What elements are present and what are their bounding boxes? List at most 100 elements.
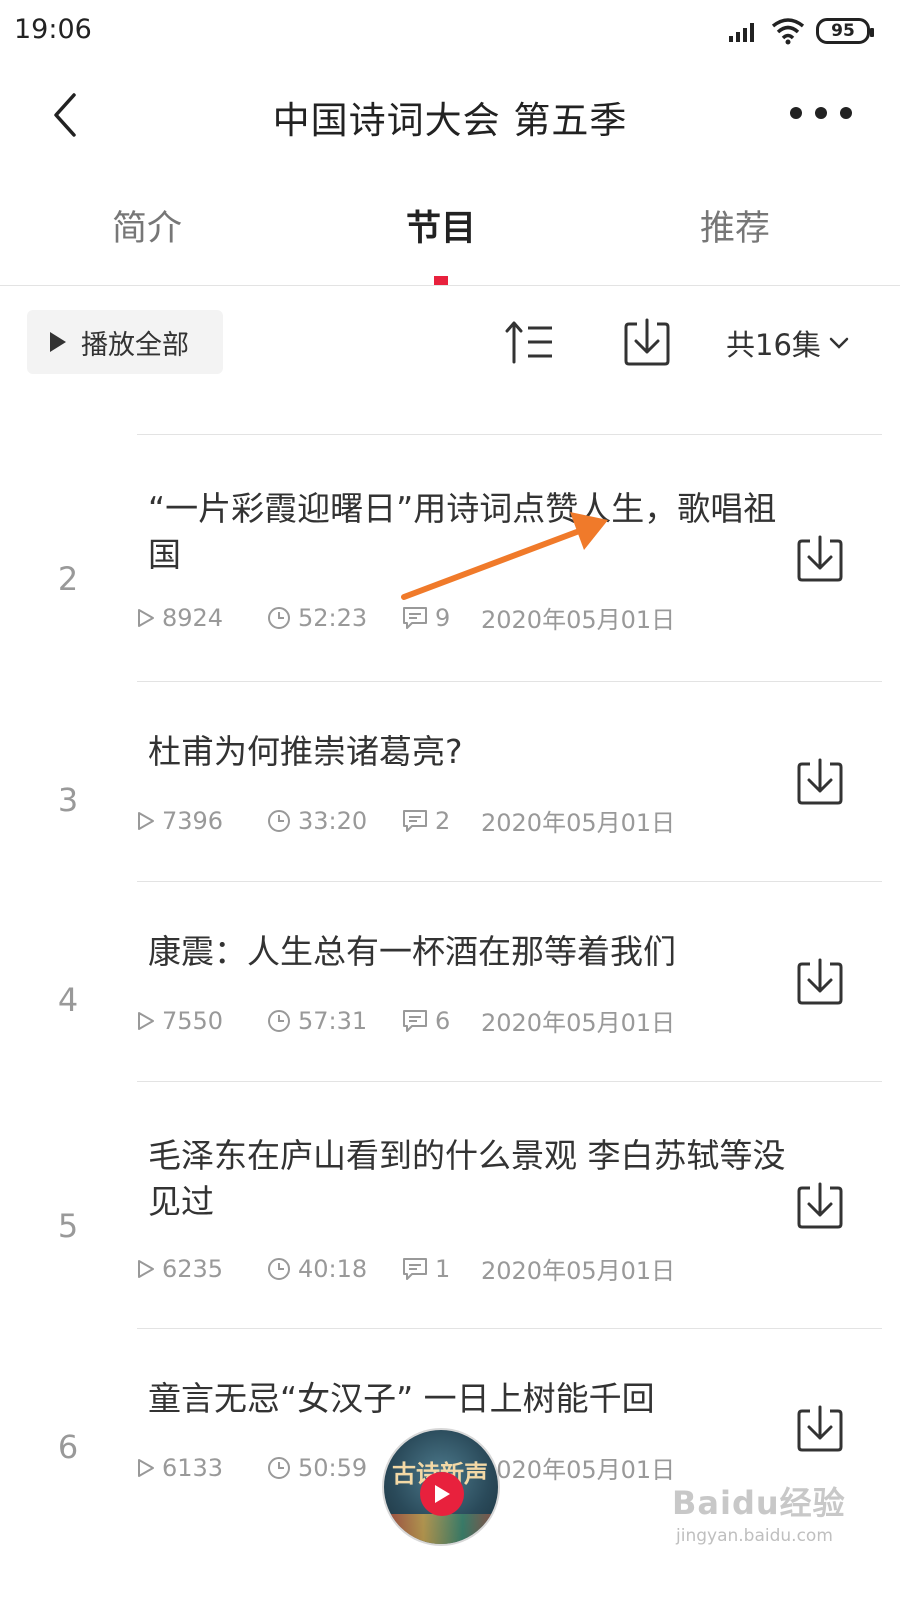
duration: 40:18 — [267, 1255, 402, 1283]
play-count-value: 6235 — [162, 1254, 224, 1283]
episode-count-label: 共16集 — [726, 328, 821, 362]
play-count-icon — [138, 608, 154, 627]
play-icon — [50, 332, 66, 352]
episode-count-selector[interactable]: 共16集 — [726, 322, 849, 364]
chevron-down-icon — [829, 337, 849, 349]
comment-count-value: 2 — [435, 806, 451, 835]
page-title: 中国诗词大会 第五季 — [272, 99, 628, 142]
play-count-value: 8924 — [162, 603, 224, 632]
watermark-url: jingyan.baidu.com — [676, 1526, 833, 1546]
episode-number: 5 — [57, 1207, 79, 1245]
active-tab-indicator — [434, 276, 448, 285]
duration-value: 40:18 — [298, 1254, 368, 1283]
clock-icon — [268, 809, 290, 832]
episode-meta: 7396 33:20 2 2020年05月01日 — [137, 803, 675, 838]
play-count: 8924 — [137, 604, 267, 632]
mini-player[interactable]: 古诗新声 — [382, 1428, 500, 1546]
duration: 57:31 — [267, 1007, 402, 1035]
play-count: 7396 — [137, 807, 267, 835]
episode-item[interactable]: 5 毛泽东在庐山看到的什么景观 李白苏轼等没见过 6235 40:18 1 2020年05… — [0, 1081, 900, 1328]
episode-meta: 8924 52:23 9 2020年05月01日 — [137, 600, 675, 635]
signal-icon — [729, 23, 754, 42]
comment-count: 1 — [402, 1255, 481, 1283]
play-all-label: 播放全部 — [81, 329, 189, 361]
clock-icon — [268, 1009, 290, 1032]
play-count-icon — [138, 1458, 154, 1477]
play-count: 6235 — [137, 1255, 267, 1283]
duration-value: 50:59 — [298, 1453, 368, 1482]
episode-download-button[interactable] — [795, 1404, 845, 1454]
publish-date: 2020年05月01日 — [481, 809, 676, 837]
play-count: 7550 — [137, 1007, 267, 1035]
publish-date: 2020年05月01日 — [481, 1456, 676, 1484]
nav-bar: 中国诗词大会 第五季 — [0, 62, 900, 172]
comment-count: 6 — [402, 1007, 481, 1035]
duration: 33:20 — [267, 807, 402, 835]
play-icon[interactable] — [420, 1472, 464, 1516]
episode-item[interactable]: 2 “一片彩霞迎曙日”用诗词点赞人生，歌唱祖国 8924 52:23 9 2020年05月… — [0, 434, 900, 681]
play-count-icon — [138, 1259, 154, 1278]
baidu-watermark: Baidu经验 jingyan.baidu.com — [672, 1474, 882, 1564]
episode-download-button[interactable] — [795, 1181, 845, 1231]
play-count-value: 7396 — [162, 806, 224, 835]
sort-button[interactable] — [504, 318, 556, 366]
episode-title[interactable]: 杜甫为何推崇诸葛亮? — [148, 729, 788, 775]
publish-date: 2020年05月01日 — [481, 606, 676, 634]
download-icon — [797, 535, 843, 582]
download-icon — [624, 318, 670, 366]
back-button[interactable] — [40, 86, 90, 144]
episode-download-button[interactable] — [795, 757, 845, 807]
back-icon — [54, 93, 76, 137]
play-count-icon — [138, 1011, 154, 1030]
more-icon-dot — [790, 107, 802, 119]
episode-number: 6 — [57, 1428, 79, 1466]
list-toolbar: 播放全部 共16集 — [0, 286, 900, 396]
more-icon-dot — [840, 107, 852, 119]
status-icons: 95 — [728, 16, 874, 46]
clock-icon — [268, 606, 290, 629]
more-button[interactable] — [790, 100, 852, 126]
download-icon — [797, 1405, 843, 1452]
play-count-value: 6133 — [162, 1453, 224, 1482]
episode-number: 2 — [57, 560, 79, 598]
clock-icon — [268, 1257, 290, 1280]
sort-icon — [505, 321, 552, 364]
comment-count-value: 9 — [435, 603, 451, 632]
download-icon — [797, 758, 843, 805]
status-bar: 19:06 95 — [0, 0, 900, 62]
duration-value: 33:20 — [298, 806, 368, 835]
comment-count: 2 — [402, 807, 481, 835]
publish-date: 2020年05月01日 — [481, 1009, 676, 1037]
comment-count-value: 6 — [435, 1006, 451, 1035]
status-time: 19:06 — [14, 14, 92, 45]
tab-programs[interactable]: 节目 — [351, 200, 531, 251]
episode-download-button[interactable] — [795, 957, 845, 1007]
episode-title[interactable]: “一片彩霞迎曙日”用诗词点赞人生，歌唱祖国 — [148, 486, 788, 578]
play-count-icon — [138, 811, 154, 830]
comment-icon — [403, 1257, 427, 1280]
episode-title[interactable]: 康震：人生总有一杯酒在那等着我们 — [148, 929, 788, 975]
episode-title[interactable]: 毛泽东在庐山看到的什么景观 李白苏轼等没见过 — [148, 1133, 788, 1225]
play-count: 6133 — [137, 1454, 267, 1482]
duration-value: 52:23 — [298, 603, 368, 632]
comment-count: 9 — [402, 604, 481, 632]
duration-value: 57:31 — [298, 1006, 368, 1035]
download-icon — [797, 1182, 843, 1229]
episode-title[interactable]: 童言无忌“女汉子” 一日上树能千回 — [148, 1376, 788, 1422]
play-all-button[interactable]: 播放全部 — [27, 310, 223, 374]
episode-number: 3 — [57, 781, 79, 819]
duration: 52:23 — [267, 604, 402, 632]
comment-count-value: 1 — [435, 1254, 451, 1283]
episode-download-button[interactable] — [795, 534, 845, 584]
episode-item[interactable]: 4 康震：人生总有一杯酒在那等着我们 7550 57:31 6 2020年05月01日 — [0, 881, 900, 1081]
download-all-button[interactable] — [623, 316, 671, 368]
watermark-text: Baidu经验 — [672, 1484, 846, 1522]
clock-icon — [268, 1456, 290, 1479]
tab-recommend[interactable]: 推荐 — [645, 200, 825, 251]
tab-intro[interactable]: 简介 — [57, 200, 237, 251]
cover-art — [384, 1514, 498, 1544]
episode-meta: 6235 40:18 1 2020年05月01日 — [137, 1251, 675, 1286]
play-count-value: 7550 — [162, 1006, 224, 1035]
publish-date: 2020年05月01日 — [481, 1257, 676, 1285]
episode-item[interactable]: 3 杜甫为何推崇诸葛亮? 7396 33:20 2 2020年05月01日 — [0, 681, 900, 881]
